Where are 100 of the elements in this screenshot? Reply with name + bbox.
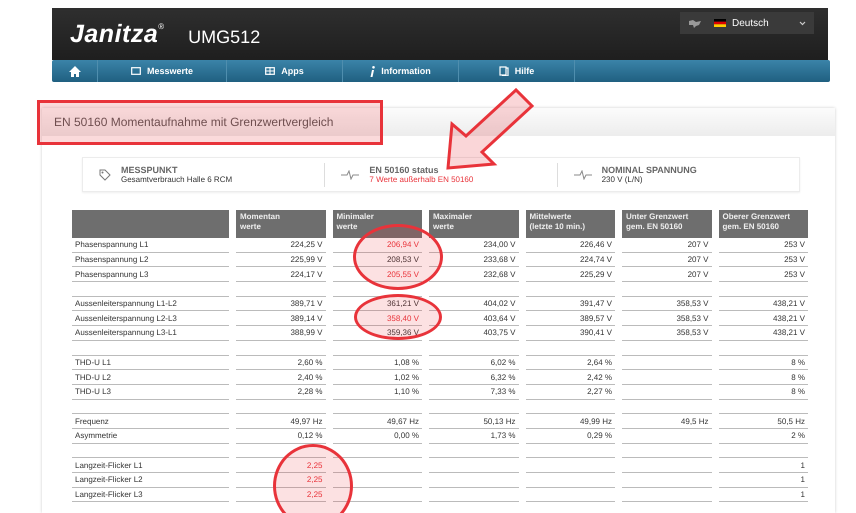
table-cell: 6,32 % [429, 370, 518, 385]
table-cell: 358,53 V [622, 311, 712, 326]
summary-label: EN 50160 status [369, 165, 440, 175]
table-cell: 0,29 % [526, 428, 615, 444]
table-cell: 224,17 V [236, 267, 326, 282]
row-label: THD-U L1 [72, 356, 229, 370]
tag-icon [99, 168, 111, 180]
table-cell: 1,10 % [332, 384, 422, 400]
info-icon [370, 66, 376, 76]
table-cell: 2,25 [236, 488, 326, 502]
table-cell: 49,5 Hz [622, 414, 712, 429]
row-label: Aussenleiterspannung L3-L1 [72, 326, 229, 341]
table-cell: 208,53 V [332, 252, 422, 268]
table-cell: 50,13 Hz [429, 414, 518, 429]
table-cell: 361,21 V [332, 296, 422, 312]
table-cell: 253 V [718, 267, 808, 282]
pulse-icon [341, 170, 360, 180]
table-cell: 234,00 V [429, 238, 518, 253]
table-cell: 207 V [622, 238, 712, 253]
table-cell: 2,25 [236, 473, 326, 488]
table-cell: 225,29 V [526, 267, 615, 282]
table-cell: 0,12 % [236, 428, 326, 444]
trademark: ® [158, 22, 164, 31]
table-cell: 2,64 % [526, 356, 615, 370]
table-cell: 389,14 V [236, 311, 326, 326]
nav-item[interactable]: Apps [227, 60, 343, 82]
row-label: THD-U L3 [72, 384, 229, 400]
nav-item[interactable]: Hilfe [459, 60, 575, 82]
nav-item[interactable]: Messwerte [98, 60, 227, 82]
table-cell: 358,40 V [332, 311, 422, 326]
logo: Janitza [70, 20, 158, 48]
table-cell: 8 % [718, 384, 808, 400]
table-cell: 225,99 V [236, 252, 326, 268]
table-cell: 2,25 [236, 458, 326, 473]
table-cell: 403,75 V [429, 326, 518, 341]
table-cell: 253 V [718, 238, 808, 253]
table-cell: 358,53 V [622, 326, 712, 341]
row-label: Phasenspannung L1 [72, 238, 229, 253]
summary-label: NOMINAL SPANNUNG [602, 165, 697, 175]
row-label: Phasenspannung L2 [72, 252, 229, 268]
table-cell: 207 V [622, 267, 712, 282]
table-cell: 390,41 V [526, 326, 615, 341]
summary-value: Gesamtverbrauch Halle 6 RCM [121, 175, 232, 184]
table-cell: 1,73 % [429, 428, 518, 444]
table-cell: 2 % [718, 428, 808, 444]
table-cell: 438,21 V [718, 326, 808, 341]
row-label: Aussenleiterspannung L2-L3 [72, 311, 229, 326]
table-cell: 358,53 V [622, 296, 712, 312]
row-label: Phasenspannung L3 [72, 267, 229, 282]
table-cell: 49,97 Hz [236, 414, 326, 429]
table-cell: 438,21 V [718, 311, 808, 326]
table-cell: 49,99 Hz [526, 414, 615, 429]
table-cell: 224,25 V [236, 238, 326, 253]
table-cell: 232,68 V [429, 267, 518, 282]
table-cell: 2,27 % [526, 384, 615, 400]
table-cell: 2,28 % [236, 384, 326, 400]
monitor-icon [130, 67, 141, 75]
row-label: Langzeit-Flicker L1 [72, 458, 229, 473]
table-cell: 8 % [718, 370, 808, 385]
summary-value: 230 V (L/N) [602, 175, 644, 184]
column-header: Unter Grenzwert gem. EN 50160 [622, 210, 712, 238]
row-label: Frequenz [72, 414, 229, 429]
table-cell: 1,02 % [332, 370, 422, 385]
table-cell: 6,02 % [429, 356, 518, 370]
table-cell: 253 V [718, 252, 808, 268]
language-select[interactable]: Deutsch [680, 12, 814, 34]
table-cell: 403,64 V [429, 311, 518, 326]
row-label: Aussenleiterspannung L1-L2 [72, 296, 229, 312]
table-cell: 1,08 % [332, 356, 422, 370]
table-cell: 0,00 % [332, 428, 422, 444]
grid-icon [265, 67, 276, 75]
table-cell: 2,42 % [526, 370, 615, 385]
table-cell: 2,40 % [236, 370, 326, 385]
table-cell: 388,99 V [236, 326, 326, 341]
table-cell: 1 [718, 458, 808, 473]
table-cell: 7,33 % [429, 384, 518, 400]
column-header: Mittelwerte (letzte 10 min.) [526, 210, 615, 238]
table-cell: 205,55 V [332, 267, 422, 282]
table-cell: 206,94 V [332, 238, 422, 253]
table-cell: 233,68 V [429, 252, 518, 268]
table-cell: 359,36 V [332, 326, 422, 341]
table-cell: 8 % [718, 356, 808, 370]
table-cell: 49,67 Hz [332, 414, 422, 429]
table-cell: 1 [718, 473, 808, 488]
column-header: Maximaler werte [429, 210, 518, 238]
page-title: EN 50160 Momentaufnahme mit Grenzwertvergleich [54, 115, 334, 129]
nav-item[interactable]: Information [343, 60, 459, 82]
table-cell: 389,71 V [236, 296, 326, 312]
pulse-icon [574, 170, 592, 180]
device-name: UMG512 [188, 26, 260, 48]
table-cell: 50,5 Hz [718, 414, 808, 429]
summary-value: 7 Werte außerhalb EN 50160 [369, 175, 474, 184]
row-label: THD-U L2 [72, 370, 229, 385]
summary-label: MESSPUNKT [121, 165, 179, 175]
table-cell: 391,47 V [526, 296, 615, 312]
chevron-icon [799, 20, 806, 26]
book-icon [498, 66, 509, 76]
column-header: Momentan werte [236, 210, 326, 238]
home-icon [68, 66, 80, 76]
table-cell: 404,02 V [429, 296, 518, 312]
